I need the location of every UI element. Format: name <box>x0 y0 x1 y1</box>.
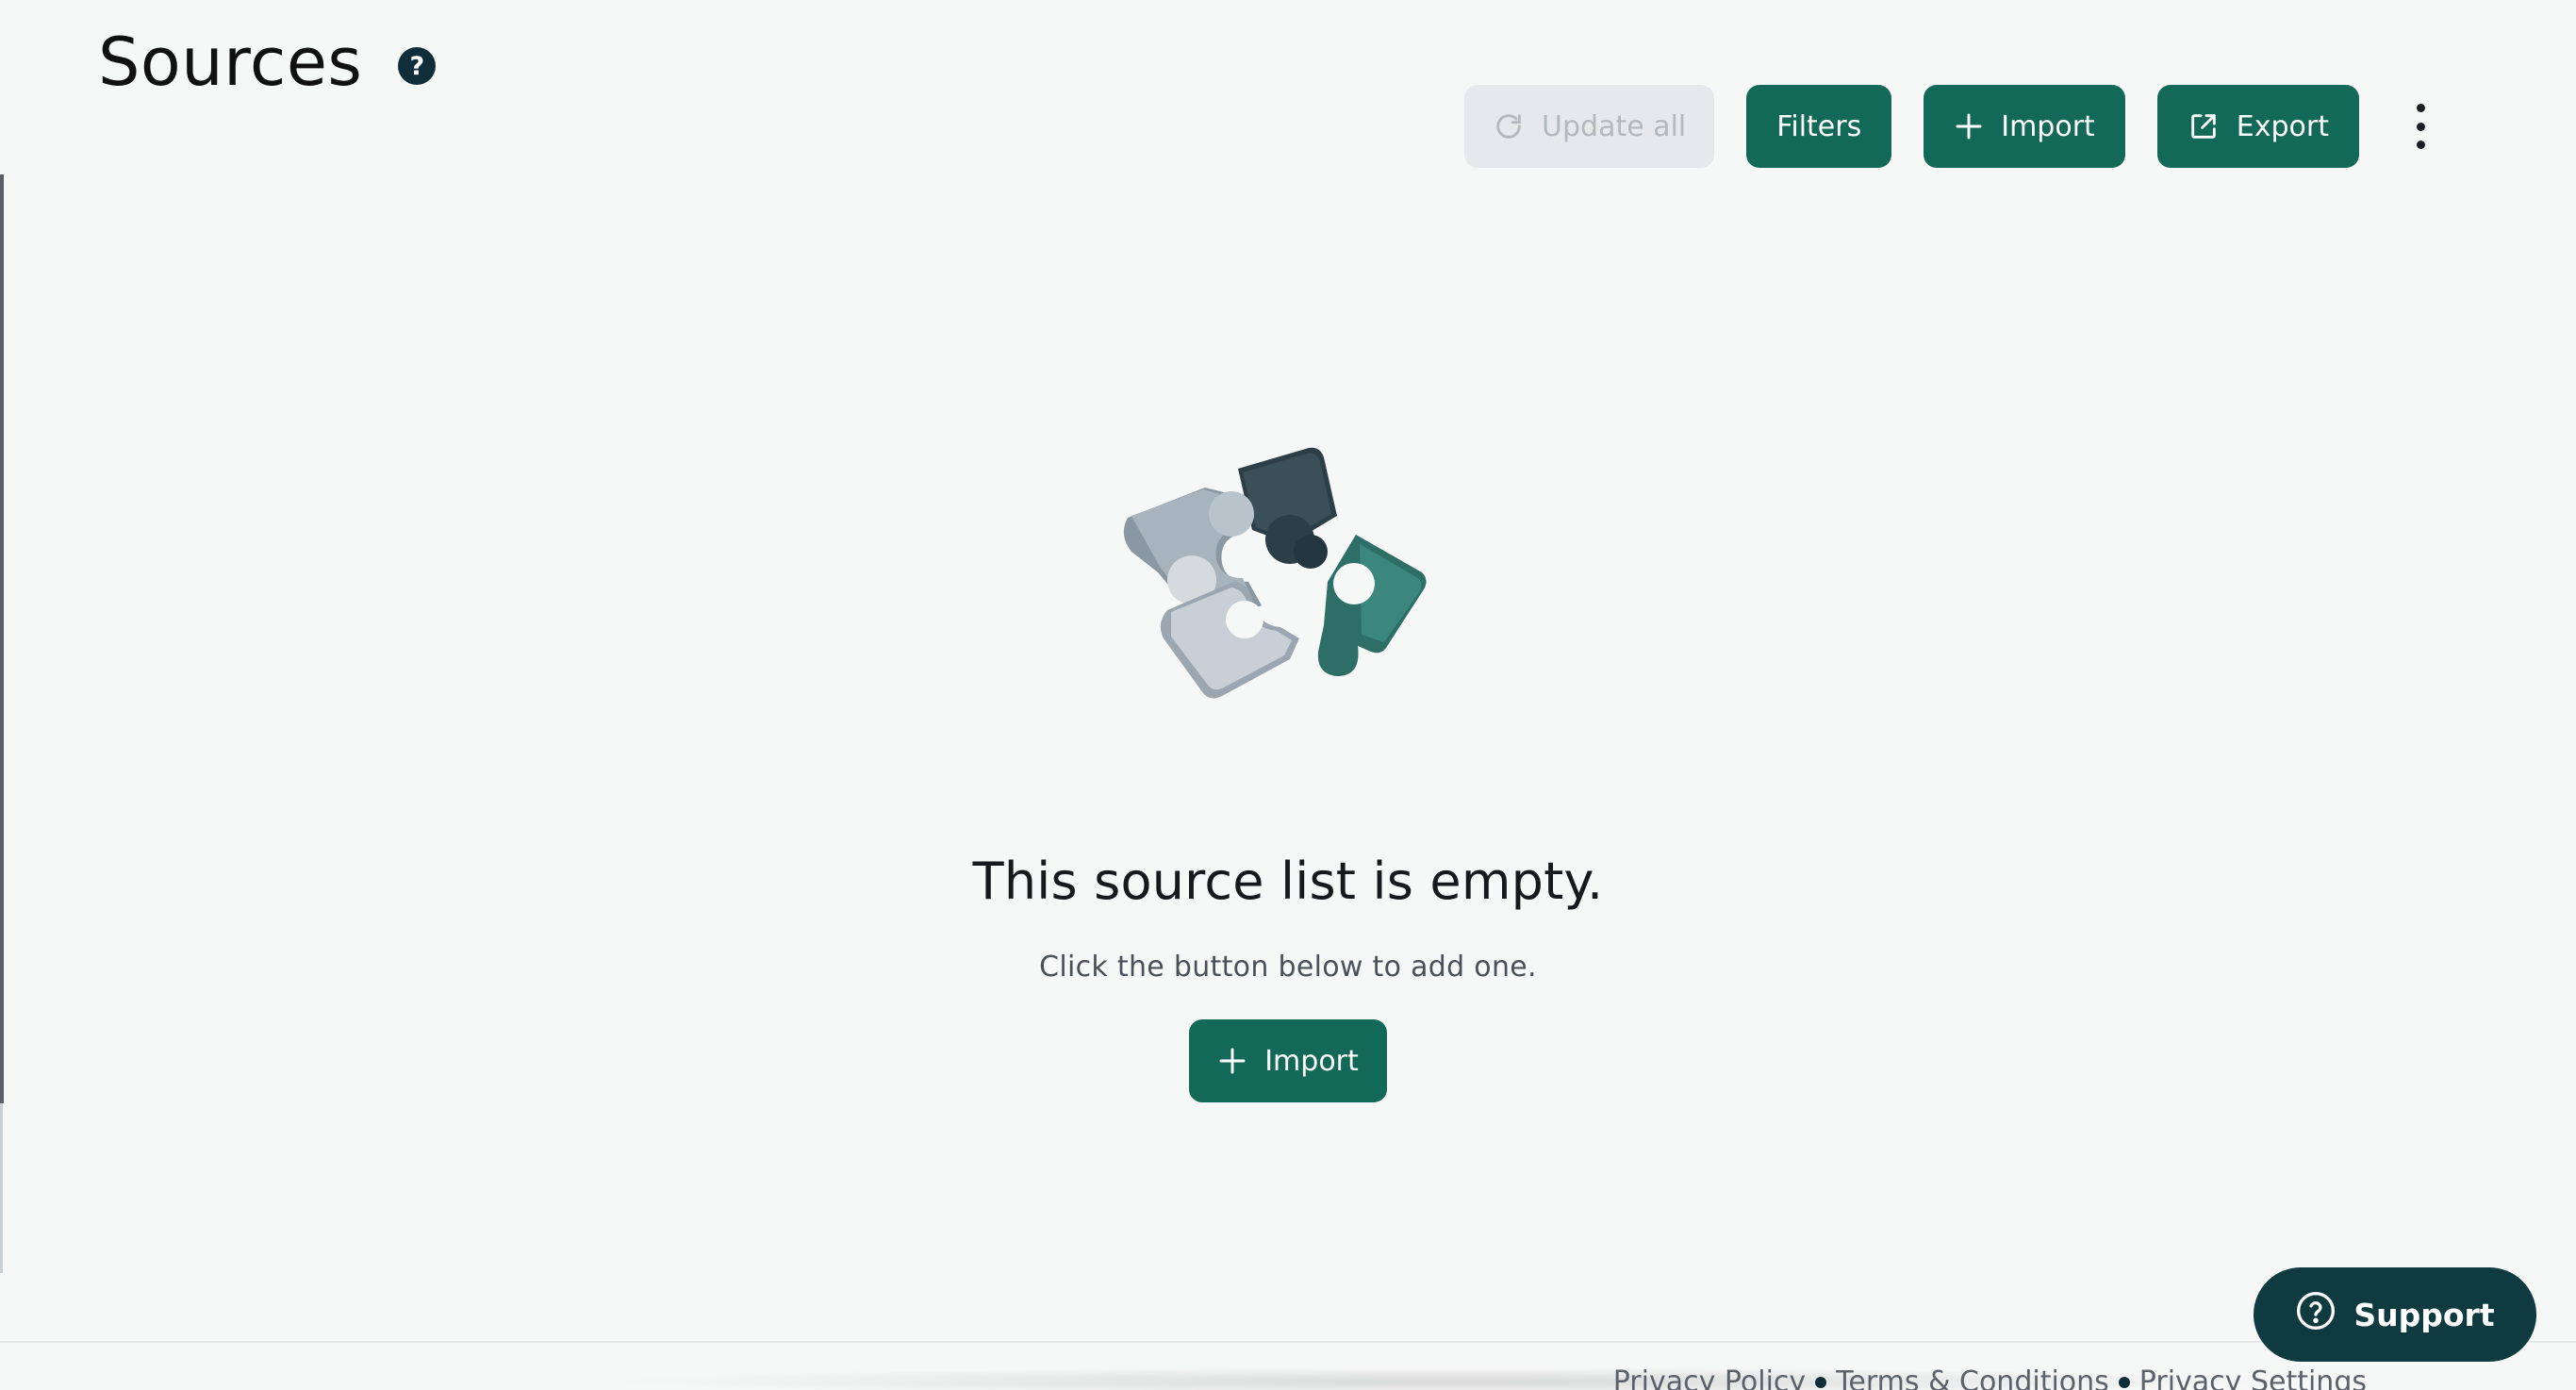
update-all-label: Update all <box>1542 109 1687 143</box>
export-button[interactable]: Export <box>2156 85 2359 168</box>
update-all-button[interactable]: Update all <box>1464 85 1715 168</box>
toolbar: Update all Filters Import Export <box>1464 85 2359 168</box>
external-link-icon <box>2188 110 2220 142</box>
export-label: Export <box>2236 109 2329 143</box>
more-options-icon[interactable] <box>2406 104 2435 149</box>
import-label: Import <box>2001 109 2095 143</box>
terms-link[interactable]: Terms & Conditions <box>1836 1365 2109 1390</box>
empty-import-label: Import <box>1264 1044 1359 1078</box>
separator-dot <box>2118 1376 2130 1388</box>
filters-label: Filters <box>1776 109 1862 143</box>
footer-divider <box>0 1341 2576 1343</box>
empty-state-description: Click the button below to add one. <box>1039 951 1537 984</box>
plus-icon <box>1954 111 1984 141</box>
privacy-settings-link[interactable]: Privacy Settings <box>2139 1365 2367 1390</box>
support-label: Support <box>2353 1296 2495 1333</box>
puzzle-pieces-illustration <box>1123 447 1427 699</box>
separator-dot <box>1815 1376 1827 1388</box>
plus-icon <box>1217 1046 1247 1076</box>
page-title: Sources <box>98 24 363 101</box>
privacy-policy-link[interactable]: Privacy Policy <box>1613 1365 1806 1390</box>
sources-page: Sources ? Update all Filters Import Expo… <box>0 0 2576 1390</box>
support-button[interactable]: Support <box>2254 1267 2536 1362</box>
question-circle-icon <box>2295 1290 2337 1339</box>
help-icon[interactable]: ? <box>398 47 437 85</box>
import-button[interactable]: Import <box>1924 85 2125 168</box>
empty-import-button[interactable]: Import <box>1189 1019 1387 1102</box>
filters-button[interactable]: Filters <box>1746 85 1892 168</box>
empty-state-title: This source list is empty. <box>972 852 1604 911</box>
title-row: Sources ? <box>98 24 437 101</box>
left-edge-bar-lower <box>0 1103 3 1273</box>
footer-links: Privacy Policy Terms & Conditions Privac… <box>1613 1365 2367 1390</box>
empty-state: This source list is empty. Click the but… <box>0 429 2576 1102</box>
refresh-icon <box>1493 110 1525 142</box>
